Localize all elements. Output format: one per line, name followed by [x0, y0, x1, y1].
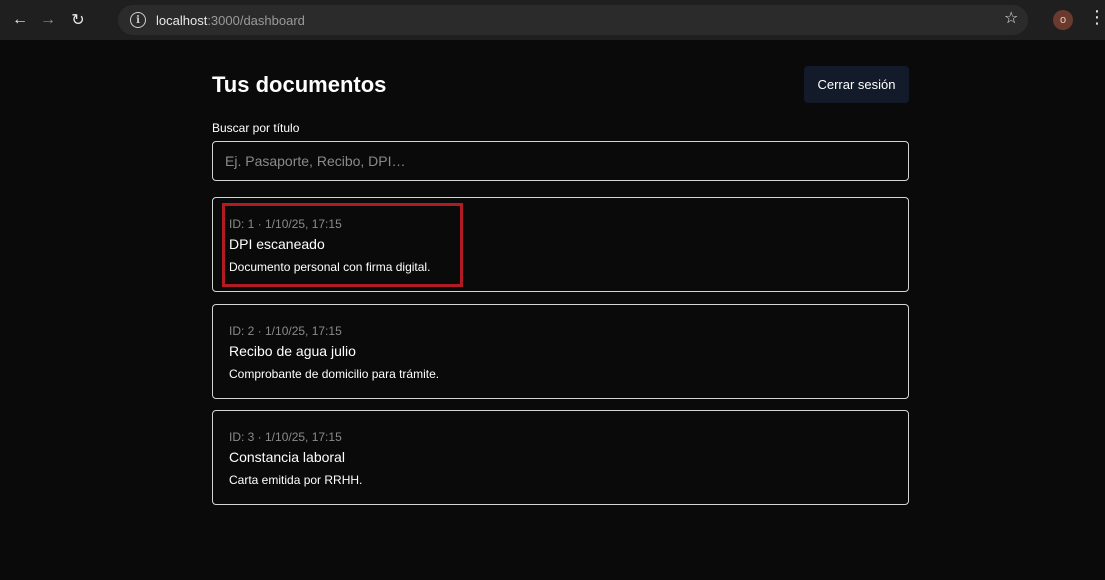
- avatar[interactable]: o: [1053, 10, 1073, 30]
- document-description: Carta emitida por RRHH.: [229, 473, 363, 487]
- document-meta: ID: 1 · 1/10/25, 17:15: [229, 217, 342, 231]
- document-description: Comprobante de domicilio para trámite.: [229, 367, 440, 381]
- star-icon[interactable]: ☆: [1004, 8, 1018, 28]
- kebab-menu-icon[interactable]: ⋮: [1088, 8, 1105, 26]
- url-path: :3000/dashboard: [207, 12, 305, 28]
- info-icon[interactable]: i: [130, 12, 146, 28]
- arrow-left-icon[interactable]: ←: [6, 6, 34, 34]
- page-title: Tus documentos: [212, 72, 387, 97]
- document-title: Recibo de agua julio: [229, 343, 356, 359]
- document-meta: ID: 3 · 1/10/25, 17:15: [229, 430, 342, 444]
- arrow-right-icon[interactable]: →: [34, 6, 62, 34]
- document-card[interactable]: ID: 2 · 1/10/25, 17:15 Recibo de agua ju…: [212, 304, 909, 399]
- document-title: Constancia laboral: [229, 449, 345, 465]
- document-card[interactable]: ID: 3 · 1/10/25, 17:15 Constancia labora…: [212, 410, 909, 505]
- reload-icon[interactable]: ↻: [64, 6, 92, 34]
- document-description: Documento personal con firma digital.: [229, 260, 431, 274]
- document-title: DPI escaneado: [229, 236, 325, 252]
- document-card[interactable]: ID: 1 · 1/10/25, 17:15 DPI escaneado Doc…: [212, 197, 909, 292]
- browser-toolbar: ← → ↻ i localhost:3000/dashboard ☆ o ⋮: [0, 0, 1105, 40]
- search-label: Buscar por título: [212, 121, 300, 135]
- search-input[interactable]: [212, 141, 909, 181]
- url-host: localhost: [156, 12, 208, 28]
- document-meta: ID: 2 · 1/10/25, 17:15: [229, 324, 342, 338]
- address-bar[interactable]: i localhost:3000/dashboard: [118, 5, 1028, 35]
- logout-button[interactable]: Cerrar sesión: [804, 66, 909, 103]
- url-text[interactable]: localhost:3000/dashboard: [156, 13, 305, 28]
